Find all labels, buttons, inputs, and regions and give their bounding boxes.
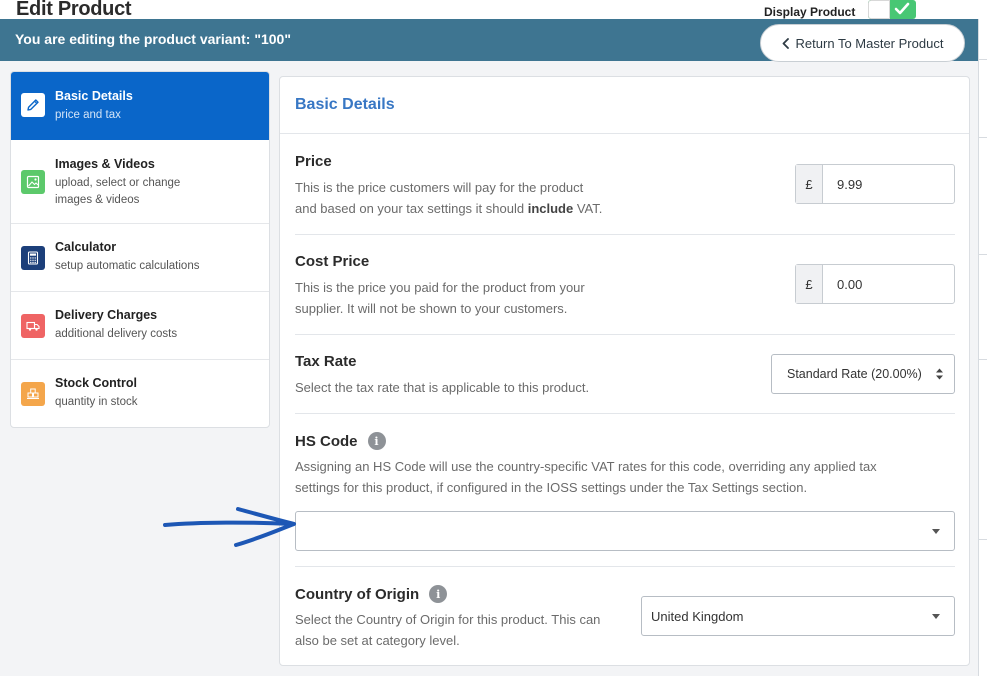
nav-title: Basic Details <box>55 89 133 103</box>
page-title: Edit Product <box>16 0 132 20</box>
price-label: Price <box>295 153 332 170</box>
price-input[interactable]: £ 9.99 <box>795 164 955 204</box>
country-of-origin-value: United Kingdom <box>651 608 744 624</box>
display-product-toggle[interactable] <box>868 0 916 19</box>
nav-title: Delivery Charges <box>55 308 158 322</box>
caret-down-icon <box>932 529 940 534</box>
nav-title: Images & Videos <box>55 157 155 171</box>
nav-subtitle: price and tax <box>55 109 121 121</box>
divider <box>295 413 955 414</box>
nav-subtitle: quantity in stock <box>55 396 138 408</box>
divider <box>295 334 955 335</box>
top-bar: Edit Product Display Product <box>0 0 987 20</box>
nav-title: Calculator <box>55 240 117 254</box>
tax-rate-select[interactable]: Standard Rate (20.00%) <box>771 354 955 394</box>
adjacent-window-edge <box>978 19 987 676</box>
country-of-origin-select[interactable]: United Kingdom <box>641 596 955 636</box>
divider <box>295 234 955 235</box>
divider <box>280 133 969 134</box>
tax-rate-label: Tax Rate <box>295 353 357 370</box>
nav-subtitle: additional delivery costs <box>55 328 178 340</box>
cost-price-description: This is the price you paid for the produ… <box>295 280 585 316</box>
cost-price-label: Cost Price <box>295 253 370 270</box>
divider <box>295 566 955 567</box>
sort-arrows-icon <box>936 368 943 380</box>
variant-banner-text: You are editing the product variant: "10… <box>15 31 291 47</box>
sidebar-item-delivery-charges[interactable]: Delivery Charges additional delivery cos… <box>11 292 269 360</box>
chevron-left-icon <box>782 37 789 49</box>
info-icon[interactable]: i <box>429 585 448 603</box>
sidebar-item-stock-control[interactable]: Stock Control quantity in stock <box>11 360 269 427</box>
cost-price-value[interactable]: 0.00 <box>823 265 954 303</box>
nav-title: Stock Control <box>55 376 137 390</box>
tax-rate-value: Standard Rate (20.00%) <box>787 367 922 381</box>
truck-icon <box>21 314 45 338</box>
annotation-arrow-icon <box>163 507 296 547</box>
country-of-origin-description: Select the Country of Origin for this pr… <box>295 612 601 648</box>
price-value[interactable]: 9.99 <box>823 165 954 203</box>
tax-rate-description: Select the tax rate that is applicable t… <box>295 380 590 395</box>
currency-addon: £ <box>796 265 823 303</box>
toggle-knob <box>868 0 890 19</box>
basic-details-panel: Basic Details Price This is the price cu… <box>279 76 970 666</box>
boxes-icon <box>21 382 45 406</box>
caret-down-icon <box>932 614 940 619</box>
country-of-origin-label: Country of Origin i <box>295 585 448 603</box>
hs-code-description: Assigning an HS Code will use the countr… <box>295 459 877 495</box>
sidebar-item-images-videos[interactable]: Images & Videos upload, select or change… <box>11 140 269 224</box>
sidebar-item-calculator[interactable]: Calculator setup automatic calculations <box>11 224 269 292</box>
pencil-icon <box>21 93 45 117</box>
info-icon[interactable]: i <box>367 432 386 450</box>
price-description: This is the price customers will pay for… <box>295 180 603 216</box>
cost-price-input[interactable]: £ 0.00 <box>795 264 955 304</box>
panel-title: Basic Details <box>295 96 395 113</box>
image-icon <box>21 170 45 194</box>
section-sidebar: Basic Details price and tax Images & Vid… <box>10 71 270 428</box>
nav-subtitle: setup automatic calculations <box>55 260 200 272</box>
return-to-master-button[interactable]: Return To Master Product <box>760 24 965 62</box>
hs-code-select[interactable] <box>295 511 955 551</box>
return-button-label: Return To Master Product <box>795 35 944 51</box>
hs-code-label: HS Code i <box>295 432 386 450</box>
currency-addon: £ <box>796 165 823 203</box>
sidebar-item-basic-details[interactable]: Basic Details price and tax <box>11 72 269 140</box>
calculator-icon <box>21 246 45 270</box>
check-icon <box>894 2 910 15</box>
display-product-label: Display Product <box>764 5 856 19</box>
nav-subtitle: upload, select or change images & videos <box>55 177 181 206</box>
